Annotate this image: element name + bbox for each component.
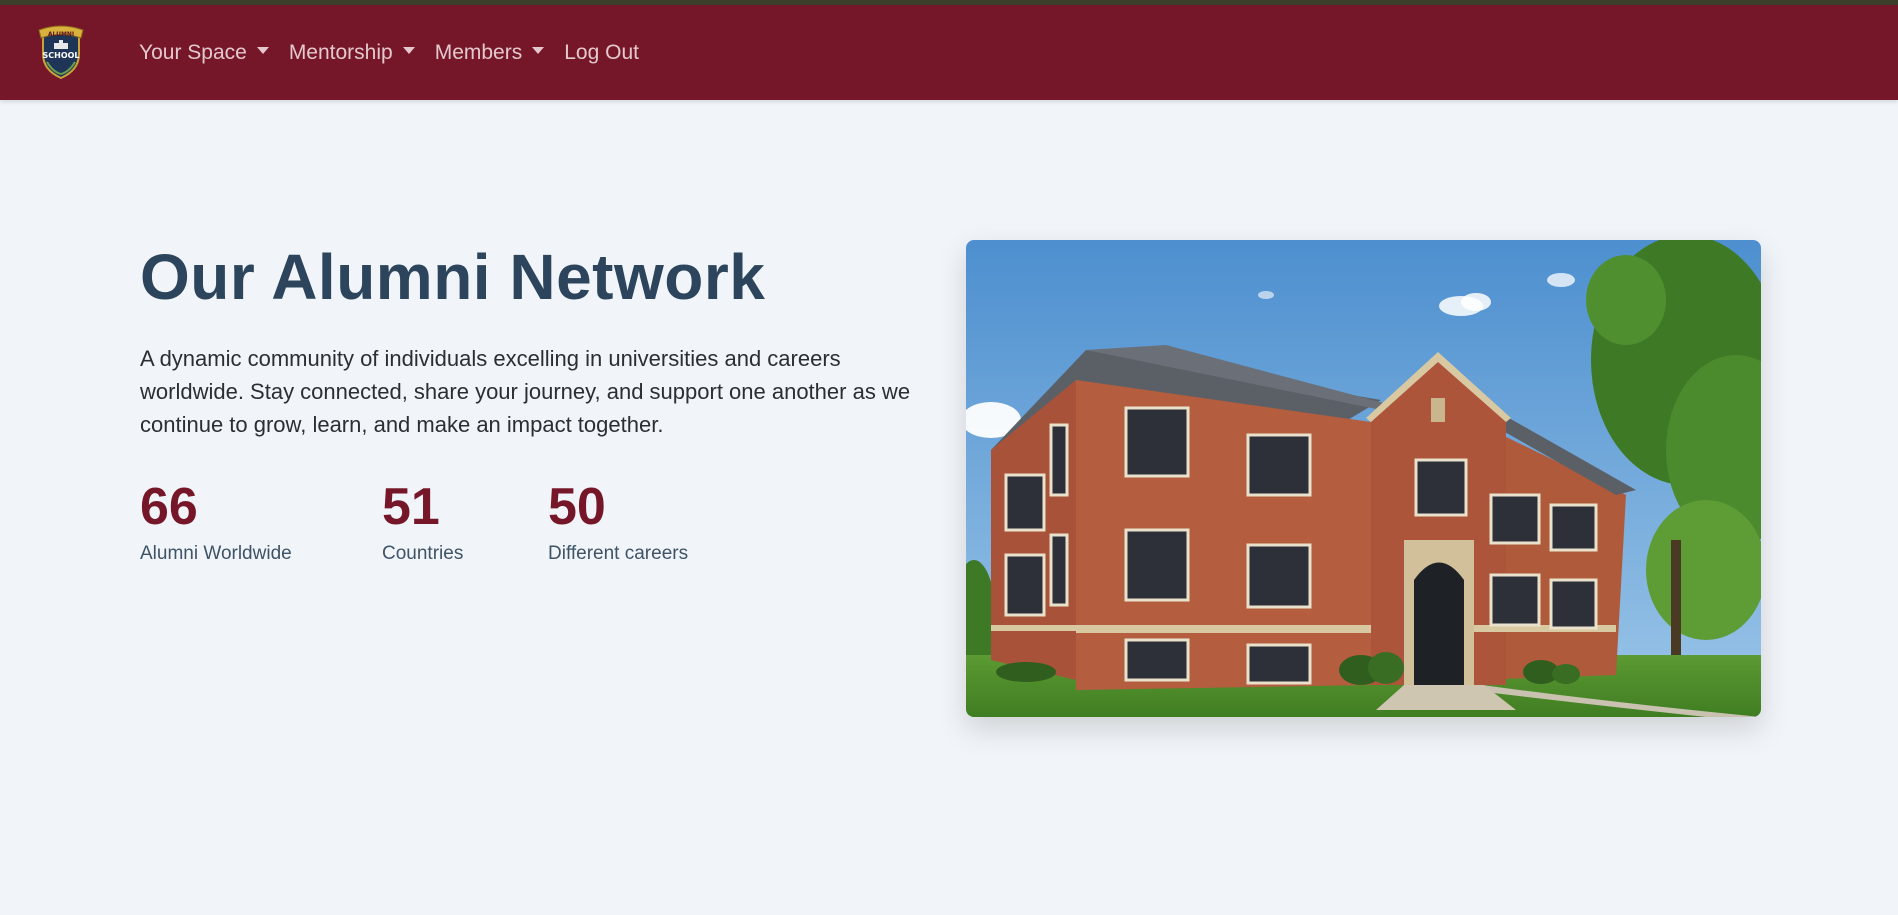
stat-alumni-label: Alumni Worldwide <box>140 543 292 564</box>
nav-members-label: Members <box>434 40 523 64</box>
school-building-photo <box>966 240 1761 717</box>
hero-description: A dynamic community of individuals excel… <box>140 346 911 437</box>
school-crest-logo[interactable]: ALUMNI SCHOOL <box>35 24 87 80</box>
stat-alumni: 66 Alumni Worldwide <box>140 477 292 565</box>
stat-alumni-value: 66 <box>140 478 198 536</box>
page-title: Our Alumni Network <box>140 241 766 313</box>
nav-members[interactable]: Members <box>435 41 545 65</box>
nav-mentorship-label: Mentorship <box>288 40 393 64</box>
caret-down-icon <box>256 47 269 54</box>
crest-icon: ALUMNI SCHOOL <box>38 25 84 80</box>
nav-log-out[interactable]: Log Out <box>564 41 639 65</box>
nav-your-space-label: Your Space <box>139 40 247 64</box>
top-navbar: ALUMNI SCHOOL Your Space Mentorship Memb… <box>0 5 1898 100</box>
nav-your-space[interactable]: Your Space <box>139 41 269 65</box>
stat-careers-value: 50 <box>548 478 606 536</box>
school-building-illustration <box>966 240 1761 717</box>
stat-careers: 50 Different careers <box>548 477 688 565</box>
crest-top-text: ALUMNI <box>48 31 74 38</box>
stat-countries: 51 Countries <box>382 477 463 565</box>
stat-countries-label: Countries <box>382 543 464 564</box>
stat-careers-label: Different careers <box>548 543 689 564</box>
nav-log-out-label: Log Out <box>564 40 639 64</box>
caret-down-icon <box>402 47 415 54</box>
crest-main-text: SCHOOL <box>42 51 79 60</box>
caret-down-icon <box>532 47 545 54</box>
stat-countries-value: 51 <box>382 478 440 536</box>
nav-mentorship[interactable]: Mentorship <box>289 41 415 65</box>
nav-menu: Your Space Mentorship Members Log Out <box>139 5 659 100</box>
